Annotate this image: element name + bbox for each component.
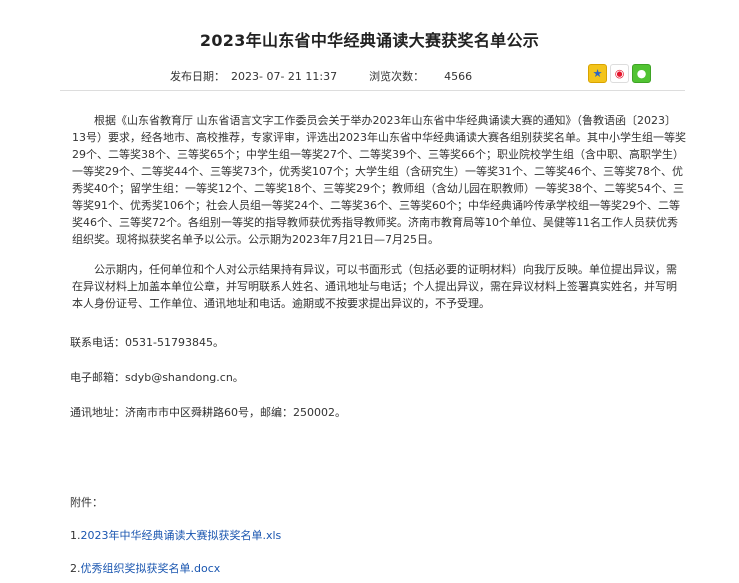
attachment-link[interactable]: 2023年中华经典诵读大赛拟获奖名单.xls: [81, 529, 282, 542]
publish-date-value: 2023- 07- 21 11:37: [231, 70, 338, 83]
article-meta: 发布日期： 2023- 07- 21 11:37 浏览次数： 4566: [170, 68, 472, 84]
view-count-label: 浏览次数：: [369, 70, 425, 83]
attachments-label: 附件：: [70, 496, 103, 509]
share-weibo-icon[interactable]: ◉: [610, 64, 629, 83]
attachment-link[interactable]: 优秀组织奖拟获奖名单.docx: [81, 562, 221, 575]
contact-address: 通讯地址：济南市市中区舜耕路60号，邮编：250002。: [70, 406, 346, 419]
attachment-item: 2.优秀组织奖拟获奖名单.docx: [70, 560, 220, 576]
article-body: 根据《山东省教育厅 山东省语言文字工作委员会关于举办2023年山东省中华经典诵读…: [72, 112, 687, 312]
attachment-item: 1.2023年中华经典诵读大赛拟获奖名单.xls: [70, 527, 281, 543]
header-divider: [60, 90, 685, 91]
share-qzone-icon[interactable]: ★: [588, 64, 607, 83]
contact-email: 电子邮箱：sdyb@shandong.cn。: [70, 371, 244, 384]
contact-phone: 联系电话：0531-51793845。: [70, 336, 224, 349]
share-bar: ★ ◉ ●: [588, 64, 651, 83]
attachment-number: 2.: [70, 562, 81, 575]
view-count-value: 4566: [444, 70, 473, 83]
attachment-number: 1.: [70, 529, 81, 542]
publish-date-label: 发布日期：: [170, 70, 225, 83]
page-title: 2023年山东省中华经典诵读大赛获奖名单公示: [199, 31, 540, 50]
article-page: 2023年山东省中华经典诵读大赛获奖名单公示 发布日期： 2023- 07- 21…: [0, 0, 739, 583]
share-wechat-icon[interactable]: ●: [632, 64, 651, 83]
body-paragraph: 根据《山东省教育厅 山东省语言文字工作委员会关于举办2023年山东省中华经典诵读…: [72, 114, 686, 246]
body-paragraph: 公示期内，任何单位和个人对公示结果持有异议，可以书面形式（包括必要的证明材料）向…: [72, 263, 677, 310]
